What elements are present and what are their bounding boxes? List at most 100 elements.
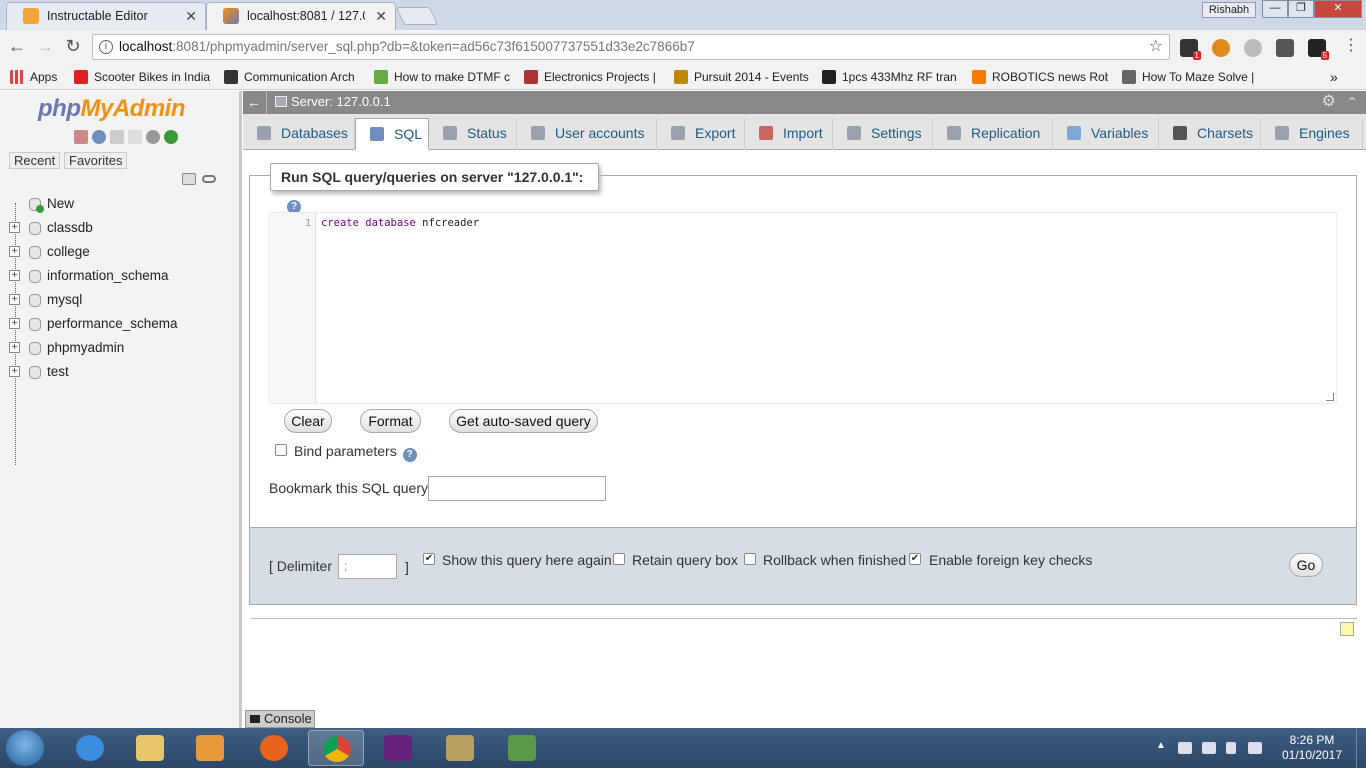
evernote-icon[interactable] xyxy=(1276,39,1294,57)
amazon-icon[interactable]: 5 xyxy=(1308,39,1329,60)
go-button[interactable]: Go xyxy=(1289,553,1323,577)
tab-replication[interactable]: Replication xyxy=(933,118,1053,150)
foreign-key-checks-checkbox[interactable]: ✔ xyxy=(909,553,921,565)
bookmark-item[interactable]: Pursuit 2014 - Events xyxy=(674,68,810,86)
close-icon[interactable]: ✕ xyxy=(185,3,197,29)
tab-databases[interactable]: Databases xyxy=(243,118,355,150)
flag-icon[interactable] xyxy=(1178,742,1192,754)
show-hidden-icons-chevron-icon[interactable]: ▲ xyxy=(1156,740,1166,751)
tab-phpmyadmin[interactable]: localhost:8081 / 127.0.0.1 ✕ xyxy=(206,2,396,30)
close-icon[interactable]: ✕ xyxy=(375,3,387,29)
bookmark-item[interactable]: Electronics Projects | xyxy=(524,68,660,86)
tree-item-performance-schema[interactable]: + performance_schema xyxy=(0,315,240,339)
tree-item-test[interactable]: + test xyxy=(0,363,240,387)
sql-editor[interactable]: 1 create database nfcreader xyxy=(268,212,1337,404)
console-toggle[interactable]: Console xyxy=(245,710,315,728)
delimiter-input[interactable]: ; xyxy=(338,554,397,579)
tree-item-college[interactable]: + college xyxy=(0,243,240,267)
menu-icon[interactable]: ⋮ xyxy=(1340,36,1362,58)
tree-item-new[interactable]: New xyxy=(0,195,240,219)
resize-handle[interactable] xyxy=(1326,393,1334,401)
extension-icon[interactable] xyxy=(1212,39,1230,57)
back-arrow-icon[interactable]: ← xyxy=(6,36,28,58)
tab-export[interactable]: Export xyxy=(657,118,745,150)
address-bar[interactable]: i localhost:8081/phpmyadmin/server_sql.p… xyxy=(92,34,1170,60)
phpmyadmin-logo[interactable]: phpMyAdmin xyxy=(38,95,185,123)
tree-item-phpmyadmin[interactable]: + phpmyadmin xyxy=(0,339,240,363)
taskbar-tool-app[interactable] xyxy=(432,730,488,766)
rollback-checkbox[interactable] xyxy=(744,553,756,565)
note-icon[interactable] xyxy=(1340,622,1354,636)
profile-button[interactable]: Rishabh xyxy=(1202,2,1256,18)
bookmark-apps[interactable]: Apps xyxy=(10,68,68,86)
taskbar-arduino-app[interactable] xyxy=(494,730,550,766)
clear-button[interactable]: Clear xyxy=(284,409,332,433)
tab-status[interactable]: Status xyxy=(429,118,517,150)
docs-icon[interactable] xyxy=(110,130,124,144)
get-auto-saved-query-button[interactable]: Get auto-saved query xyxy=(449,409,598,433)
expand-icon[interactable]: + xyxy=(9,294,20,305)
expand-icon[interactable]: + xyxy=(9,270,20,281)
nav-tab-recent[interactable]: Recent xyxy=(9,152,61,169)
bookmark-input[interactable] xyxy=(428,476,606,501)
bookmark-item[interactable]: How to make DTMF c xyxy=(374,68,510,86)
reload-icon[interactable]: ↻ xyxy=(62,36,84,58)
taskbar-chrome[interactable] xyxy=(308,730,364,766)
expand-icon[interactable]: + xyxy=(9,318,20,329)
show-desktop-button[interactable] xyxy=(1356,728,1366,768)
tab-settings[interactable]: Settings xyxy=(833,118,933,150)
reload-icon[interactable] xyxy=(164,130,178,144)
help-icon[interactable]: ? xyxy=(402,448,417,462)
expand-icon[interactable]: + xyxy=(9,246,20,257)
extension-icon[interactable]: 1 xyxy=(1180,39,1201,60)
show-query-again-checkbox[interactable]: ✔ xyxy=(423,553,435,565)
battery-icon[interactable] xyxy=(1226,742,1236,754)
tab-instructable-editor[interactable]: Instructable Editor ✕ xyxy=(6,2,206,30)
network-signal-icon[interactable] xyxy=(1202,742,1216,754)
skype-icon[interactable] xyxy=(1244,39,1262,57)
taskbar-media-player[interactable] xyxy=(182,730,238,766)
minimize-button[interactable]: — xyxy=(1262,0,1288,18)
clock[interactable]: 8:26 PM 01/10/2017 xyxy=(1276,733,1348,763)
collapse-topbar-icon[interactable]: ⌃ xyxy=(1346,91,1358,113)
expand-icon[interactable]: + xyxy=(9,342,20,353)
format-button[interactable]: Format xyxy=(360,409,421,433)
more-bookmarks-chevron-icon[interactable]: » xyxy=(1330,68,1350,86)
breadcrumb-server[interactable]: Server: 127.0.0.1 xyxy=(275,91,391,113)
maximize-button[interactable]: ❐ xyxy=(1288,0,1314,18)
tab-charsets[interactable]: Charsets xyxy=(1159,118,1261,150)
bookmark-item[interactable]: How To Maze Solve | xyxy=(1122,68,1258,86)
bookmark-item[interactable]: Communication Arch xyxy=(224,68,360,86)
tab-engines[interactable]: Engines xyxy=(1261,118,1363,150)
forward-arrow-icon[interactable]: → xyxy=(34,36,56,58)
bookmark-star-icon[interactable]: ☆ xyxy=(1149,35,1163,59)
bind-parameters-checkbox[interactable] xyxy=(275,444,287,456)
tree-item-information-schema[interactable]: + information_schema xyxy=(0,267,240,291)
tab-import[interactable]: Import xyxy=(745,118,833,150)
retain-query-box-checkbox[interactable] xyxy=(613,553,625,565)
link-with-main-icon[interactable] xyxy=(202,175,216,183)
taskbar-explorer[interactable] xyxy=(122,730,178,766)
tab-variables[interactable]: Variables xyxy=(1053,118,1159,150)
taskbar-internet-explorer[interactable] xyxy=(62,730,118,766)
taskbar-visual-studio[interactable] xyxy=(370,730,426,766)
collapse-all-icon[interactable] xyxy=(182,173,196,185)
new-tab-button[interactable] xyxy=(395,7,439,25)
sql-code[interactable]: create database nfcreader xyxy=(321,217,479,229)
gear-icon[interactable] xyxy=(146,130,160,144)
logout-icon[interactable] xyxy=(92,130,106,144)
volume-icon[interactable] xyxy=(1248,742,1262,754)
toggle-nav-arrow-icon[interactable]: ← xyxy=(247,91,263,113)
info-icon[interactable]: i xyxy=(99,40,113,54)
bookmark-item[interactable]: ROBOTICS news Robo xyxy=(972,68,1108,86)
tree-item-mysql[interactable]: + mysql xyxy=(0,291,240,315)
taskbar-firefox[interactable] xyxy=(246,730,302,766)
tab-user-accounts[interactable]: User accounts xyxy=(517,118,657,150)
bookmark-item[interactable]: 1pcs 433Mhz RF tran xyxy=(822,68,958,86)
gear-icon[interactable]: ⚙ xyxy=(1322,91,1336,113)
sql-docs-icon[interactable] xyxy=(128,130,142,144)
window-close-button[interactable]: ✕ xyxy=(1314,0,1362,18)
expand-icon[interactable]: + xyxy=(9,222,20,233)
tab-sql[interactable]: SQL xyxy=(355,118,429,150)
home-icon[interactable] xyxy=(74,130,88,144)
